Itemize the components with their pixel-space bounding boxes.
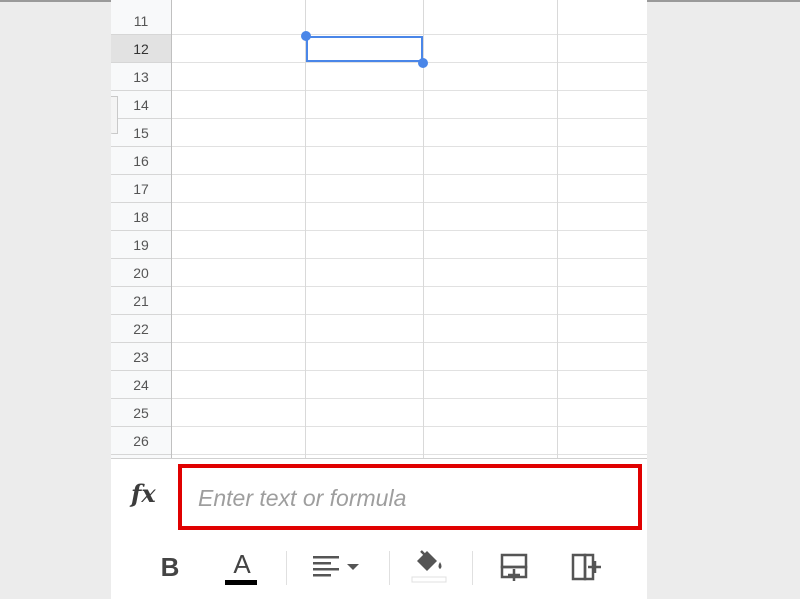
grid-row[interactable] (172, 315, 647, 343)
grid-row[interactable] (172, 371, 647, 399)
grid-row[interactable] (172, 427, 647, 455)
grid-row[interactable] (172, 7, 647, 35)
align-icon (313, 556, 359, 577)
column-divider (557, 0, 558, 458)
text-color-button[interactable]: A (223, 547, 261, 587)
toolbar-divider (286, 551, 287, 585)
row-number[interactable]: 16 (111, 147, 171, 175)
bold-icon: B (160, 551, 180, 582)
row-number[interactable]: 20 (111, 259, 171, 287)
row-number[interactable]: 23 (111, 343, 171, 371)
grid-row[interactable] (172, 91, 647, 119)
grid-row[interactable] (172, 147, 647, 175)
row-number[interactable]: 13 (111, 63, 171, 91)
formula-input-highlight[interactable] (178, 464, 642, 530)
spreadsheet-grid[interactable]: 11 12 13 14 15 16 17 18 19 20 21 22 23 24 25 26 (111, 0, 647, 458)
grid-row[interactable] (172, 259, 647, 287)
grid-row[interactable] (172, 231, 647, 259)
text-color-swatch (225, 580, 257, 585)
selection-handle-top-left[interactable] (301, 31, 311, 41)
scroll-edge-handle[interactable] (111, 96, 118, 134)
insert-column-icon (571, 553, 601, 581)
grid-row[interactable] (172, 399, 647, 427)
grid-row[interactable] (172, 203, 647, 231)
grid-row[interactable] (172, 119, 647, 147)
row-number[interactable]: 17 (111, 175, 171, 203)
spreadsheet-app: 11121314151617181920212223242526 fx B A (111, 0, 647, 599)
row-number[interactable]: 26 (111, 427, 171, 455)
row-number[interactable]: 15 (111, 119, 171, 147)
grid-row[interactable] (172, 343, 647, 371)
row-number[interactable]: 11 (111, 7, 171, 35)
row-number[interactable]: 18 (111, 203, 171, 231)
insert-column-button[interactable] (569, 547, 603, 587)
row-header-column: 11 12 13 14 15 16 17 18 19 20 21 22 23 24 25 26 (111, 0, 172, 458)
column-divider (305, 0, 306, 458)
grid-row[interactable] (172, 287, 647, 315)
fill-color-button[interactable] (409, 547, 449, 587)
selected-cell[interactable] (306, 36, 423, 62)
fill-color-icon (411, 550, 447, 583)
column-divider (423, 0, 424, 458)
align-button[interactable] (309, 547, 365, 587)
formula-input[interactable] (196, 480, 620, 516)
selection-handle-bottom-right[interactable] (418, 58, 428, 68)
grid-row[interactable] (172, 63, 647, 91)
row-number[interactable]: 24 (111, 371, 171, 399)
row-number[interactable]: 19 (111, 231, 171, 259)
toolbar-divider (389, 551, 390, 585)
row-number[interactable]: 12 (111, 35, 171, 63)
toolbar-divider (472, 551, 473, 585)
row-number[interactable]: 25 (111, 399, 171, 427)
row-number[interactable]: 22 (111, 315, 171, 343)
format-toolbar: B A (111, 535, 647, 599)
bold-button[interactable]: B (155, 547, 185, 587)
grid-row[interactable] (172, 175, 647, 203)
row-number[interactable]: 21 (111, 287, 171, 315)
insert-row-button[interactable] (497, 547, 531, 587)
fx-icon: fx (131, 479, 156, 508)
insert-row-icon (500, 553, 528, 581)
formula-bar: fx (111, 458, 647, 536)
text-color-icon: A (223, 547, 261, 587)
row-number[interactable]: 14 (111, 91, 171, 119)
